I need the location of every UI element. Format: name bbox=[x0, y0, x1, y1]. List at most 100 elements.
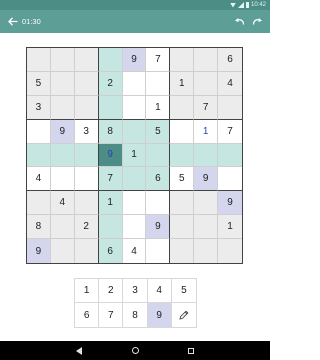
sudoku-cell-r8c7[interactable] bbox=[170, 215, 195, 240]
sudoku-cell-r9c4[interactable]: 6 bbox=[98, 239, 123, 263]
sudoku-cell-r6c4[interactable]: 7 bbox=[98, 167, 123, 192]
sudoku-cell-r3c7[interactable] bbox=[170, 95, 195, 120]
undo-button[interactable] bbox=[232, 14, 246, 29]
sudoku-cell-r2c7[interactable]: 1 bbox=[170, 71, 195, 96]
sudoku-cell-r3c3[interactable] bbox=[74, 95, 99, 120]
sudoku-cell-r9c3[interactable] bbox=[74, 239, 99, 263]
sudoku-cell-r3c4[interactable] bbox=[98, 95, 123, 120]
sudoku-cell-r9c8[interactable] bbox=[194, 239, 219, 263]
sudoku-cell-r7c8[interactable] bbox=[194, 191, 219, 216]
sudoku-cell-r7c2[interactable]: 4 bbox=[50, 191, 75, 216]
sudoku-cell-r5c6[interactable] bbox=[146, 143, 171, 168]
sudoku-cell-r4c2[interactable]: 9 bbox=[50, 119, 75, 144]
sudoku-cell-r2c2[interactable] bbox=[50, 71, 75, 96]
sudoku-cell-r5c8[interactable] bbox=[194, 143, 219, 168]
sudoku-cell-r1c1[interactable] bbox=[27, 48, 51, 72]
sudoku-cell-r7c1[interactable] bbox=[27, 191, 51, 216]
pencil-mode-button[interactable] bbox=[171, 303, 196, 327]
sudoku-cell-r1c4[interactable] bbox=[98, 48, 123, 72]
sudoku-cell-r4c6[interactable]: 5 bbox=[146, 119, 171, 144]
numpad-key-7[interactable]: 7 bbox=[99, 303, 124, 327]
sudoku-cell-r4c1[interactable] bbox=[27, 119, 51, 144]
sudoku-cell-r8c9[interactable]: 1 bbox=[218, 215, 242, 240]
sudoku-cell-r6c8[interactable]: 9 bbox=[194, 167, 219, 192]
sudoku-cell-r7c4[interactable]: 1 bbox=[98, 191, 123, 216]
sudoku-cell-r7c3[interactable] bbox=[74, 191, 99, 216]
sudoku-cell-r9c9[interactable] bbox=[218, 239, 242, 263]
numpad-key-4[interactable]: 4 bbox=[147, 279, 172, 303]
sudoku-cell-r6c1[interactable]: 4 bbox=[27, 167, 51, 192]
sudoku-cell-r4c9[interactable]: 7 bbox=[218, 120, 242, 144]
sudoku-cell-r2c6[interactable] bbox=[146, 71, 171, 96]
sudoku-cell-r2c1[interactable]: 5 bbox=[27, 71, 51, 96]
sudoku-cell-r5c3[interactable] bbox=[74, 143, 99, 168]
sudoku-cell-r3c9[interactable] bbox=[218, 95, 242, 120]
numpad-key-5[interactable]: 5 bbox=[171, 279, 196, 303]
sudoku-cell-r5c5[interactable]: 1 bbox=[122, 143, 147, 168]
sudoku-cell-r8c8[interactable] bbox=[194, 215, 219, 240]
sudoku-cell-r4c4[interactable]: 8 bbox=[98, 119, 123, 144]
sudoku-cell-r5c2[interactable] bbox=[50, 143, 75, 168]
sudoku-cell-r5c1[interactable] bbox=[27, 143, 51, 168]
sudoku-cell-r9c6[interactable] bbox=[146, 239, 171, 263]
sudoku-cell-r8c6[interactable]: 9 bbox=[146, 215, 171, 240]
sudoku-cell-r8c1[interactable]: 8 bbox=[27, 215, 51, 240]
sudoku-cell-r5c4[interactable]: 9 bbox=[98, 143, 123, 168]
sudoku-cell-r5c9[interactable] bbox=[218, 143, 242, 168]
sudoku-cell-r6c6[interactable]: 6 bbox=[146, 167, 171, 192]
sudoku-cell-r3c6[interactable]: 1 bbox=[146, 95, 171, 120]
sudoku-cell-r4c3[interactable]: 3 bbox=[74, 119, 99, 144]
nav-recents-button[interactable] bbox=[186, 346, 196, 356]
sudoku-cell-r8c2[interactable] bbox=[50, 215, 75, 240]
nav-home-button[interactable] bbox=[130, 346, 140, 356]
sudoku-cell-r8c5[interactable] bbox=[122, 215, 147, 240]
sudoku-cell-r6c9[interactable] bbox=[218, 167, 242, 192]
sudoku-cell-r6c7[interactable]: 5 bbox=[170, 167, 195, 192]
sudoku-cell-r9c7[interactable] bbox=[170, 239, 195, 263]
redo-button[interactable] bbox=[250, 14, 264, 29]
sudoku-cell-r3c5[interactable] bbox=[122, 95, 147, 120]
sudoku-cell-r2c3[interactable] bbox=[74, 71, 99, 96]
sudoku-cell-r1c5[interactable]: 9 bbox=[122, 48, 147, 72]
back-button[interactable] bbox=[6, 14, 20, 29]
sudoku-cell-r2c9[interactable]: 4 bbox=[218, 71, 242, 96]
toolbar-actions bbox=[232, 14, 264, 29]
numpad-key-3[interactable]: 3 bbox=[123, 279, 148, 303]
app-toolbar: 01:30 bbox=[0, 10, 270, 33]
sudoku-cell-r4c5[interactable] bbox=[122, 119, 147, 144]
sudoku-cell-r1c7[interactable] bbox=[170, 48, 195, 72]
sudoku-cell-r6c2[interactable] bbox=[50, 167, 75, 192]
numpad-key-8[interactable]: 8 bbox=[123, 303, 148, 327]
sudoku-cell-r4c8[interactable]: 1 bbox=[194, 119, 219, 144]
sudoku-cell-r7c9[interactable]: 9 bbox=[218, 191, 242, 216]
sudoku-cell-r8c4[interactable] bbox=[98, 215, 123, 240]
sudoku-cell-r9c2[interactable] bbox=[50, 239, 75, 263]
sudoku-cell-r2c8[interactable] bbox=[194, 71, 219, 96]
sudoku-cell-r1c6[interactable]: 7 bbox=[146, 48, 171, 72]
numpad-key-6[interactable]: 6 bbox=[75, 303, 100, 327]
sudoku-cell-r3c8[interactable]: 7 bbox=[194, 95, 219, 120]
nav-back-button[interactable] bbox=[74, 346, 84, 356]
sudoku-cell-r6c5[interactable] bbox=[122, 167, 147, 192]
sudoku-cell-r1c2[interactable] bbox=[50, 48, 75, 72]
sudoku-cell-r3c1[interactable]: 3 bbox=[27, 95, 51, 120]
sudoku-cell-r1c9[interactable]: 6 bbox=[218, 48, 242, 72]
sudoku-cell-r4c7[interactable] bbox=[170, 119, 195, 144]
sudoku-cell-r3c2[interactable] bbox=[50, 95, 75, 120]
sudoku-cell-r9c1[interactable]: 9 bbox=[27, 239, 51, 263]
sudoku-cell-r6c3[interactable] bbox=[74, 167, 99, 192]
sudoku-cell-r1c3[interactable] bbox=[74, 48, 99, 72]
sudoku-cell-r8c3[interactable]: 2 bbox=[74, 215, 99, 240]
numpad-key-1[interactable]: 1 bbox=[75, 279, 100, 303]
sudoku-cell-r7c5[interactable] bbox=[122, 191, 147, 216]
sudoku-cell-r1c8[interactable] bbox=[194, 48, 219, 72]
sudoku-cell-r7c7[interactable] bbox=[170, 191, 195, 216]
sudoku-cell-r5c7[interactable] bbox=[170, 143, 195, 168]
navigation-bar bbox=[0, 341, 270, 360]
sudoku-cell-r2c5[interactable] bbox=[122, 71, 147, 96]
sudoku-cell-r9c5[interactable]: 4 bbox=[123, 239, 147, 263]
sudoku-cell-r2c4[interactable]: 2 bbox=[98, 71, 123, 96]
sudoku-cell-r7c6[interactable] bbox=[146, 191, 171, 216]
numpad-key-2[interactable]: 2 bbox=[99, 279, 124, 303]
numpad-key-9[interactable]: 9 bbox=[147, 303, 172, 327]
